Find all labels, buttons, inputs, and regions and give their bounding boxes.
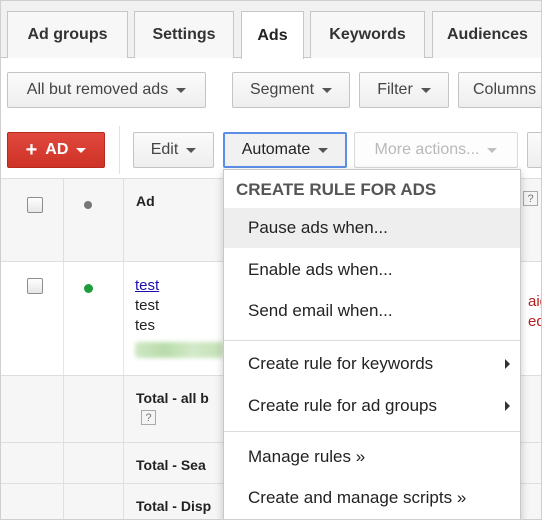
menu-item-manage-scripts[interactable]: Create and manage scripts » xyxy=(224,478,520,518)
edit-dropdown[interactable]: Edit xyxy=(133,132,214,168)
add-ad-button[interactable]: + AD xyxy=(7,132,105,168)
view-filter-dropdown[interactable]: All but removed ads xyxy=(7,72,206,108)
chevron-down-icon xyxy=(420,87,431,93)
help-icon[interactable]: ? xyxy=(141,410,156,425)
filter-dropdown[interactable]: Filter xyxy=(359,72,449,108)
ad-description-line-1: test xyxy=(135,297,160,314)
chevron-down-icon xyxy=(487,147,498,153)
menu-divider xyxy=(224,431,520,432)
menu-item-pause-ads[interactable]: Pause ads when... xyxy=(224,208,520,248)
chevron-down-icon xyxy=(176,87,187,93)
chevron-down-icon xyxy=(76,147,87,153)
status-column-icon xyxy=(84,201,92,209)
segment-dropdown[interactable]: Segment xyxy=(232,72,350,108)
automate-label: Automate xyxy=(241,141,311,158)
menu-item-send-email[interactable]: Send email when... xyxy=(224,291,520,331)
ad-preview: test test tes xyxy=(135,276,159,336)
chevron-down-icon xyxy=(186,147,197,153)
toolbar-divider xyxy=(119,126,120,174)
chevron-down-icon xyxy=(318,147,329,153)
menu-item-enable-ads[interactable]: Enable ads when... xyxy=(224,250,520,290)
more-actions-dropdown[interactable]: More actions... xyxy=(354,132,518,168)
adwords-ads-view: Ad groups Settings Ads Keywords Audience… xyxy=(0,0,542,520)
menu-item-manage-rules[interactable]: Manage rules » xyxy=(224,437,520,477)
ad-description-line-2: tes xyxy=(135,317,156,334)
edit-label: Edit xyxy=(150,141,179,158)
menu-divider xyxy=(224,340,520,341)
toolbar-button-partial[interactable] xyxy=(527,132,541,168)
menu-heading: CREATE RULE FOR ADS xyxy=(236,180,437,199)
tab-bar: Ad groups Settings Ads Keywords Audience… xyxy=(1,1,541,59)
filter-label: Filter xyxy=(377,81,413,98)
ad-status-warning: aig ed xyxy=(528,293,541,330)
menu-item-rule-ad-groups[interactable]: Create rule for ad groups xyxy=(224,386,520,426)
help-icon[interactable]: ? xyxy=(523,191,538,206)
chevron-right-icon xyxy=(505,401,510,411)
total-display-label: Total - Disp xyxy=(136,498,212,514)
chevron-down-icon xyxy=(322,87,333,93)
tab-ads[interactable]: Ads xyxy=(241,11,304,59)
total-all-label: Total - all b xyxy=(136,390,209,406)
segment-label: Segment xyxy=(249,81,315,98)
column-header-ad[interactable]: Ad xyxy=(136,193,155,209)
columns-label: Columns xyxy=(473,81,537,98)
chevron-right-icon xyxy=(505,359,510,369)
view-filter-label: All but removed ads xyxy=(26,81,169,98)
total-search-label: Total - Sea xyxy=(136,457,206,473)
add-ad-label: AD xyxy=(45,141,69,158)
plus-icon: + xyxy=(25,139,38,161)
tab-settings[interactable]: Settings xyxy=(134,11,234,58)
tab-audiences[interactable]: Audiences xyxy=(432,11,541,58)
tab-keywords[interactable]: Keywords xyxy=(310,11,425,58)
more-actions-label: More actions... xyxy=(374,141,480,158)
automate-menu: CREATE RULE FOR ADS Pause ads when... En… xyxy=(223,169,521,519)
columns-dropdown[interactable]: Columns xyxy=(458,72,541,108)
status-enabled-icon xyxy=(84,284,93,293)
row-checkbox[interactable] xyxy=(27,278,43,294)
menu-item-rule-keywords[interactable]: Create rule for keywords xyxy=(224,344,520,384)
automate-dropdown[interactable]: Automate xyxy=(223,132,347,168)
ad-headline-link[interactable]: test xyxy=(135,277,159,294)
select-all-checkbox[interactable] xyxy=(27,197,43,213)
redacted-display-url xyxy=(135,342,223,358)
tab-ad-groups[interactable]: Ad groups xyxy=(7,11,128,58)
